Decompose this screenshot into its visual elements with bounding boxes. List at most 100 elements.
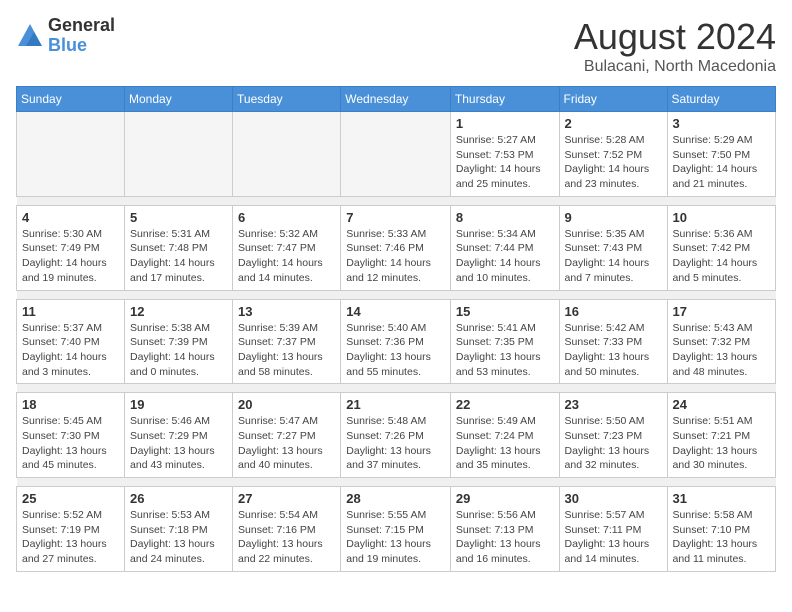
day-number: 13	[238, 304, 335, 319]
day-number: 8	[456, 210, 554, 225]
day-number: 23	[565, 397, 662, 412]
table-row: 7Sunrise: 5:33 AM Sunset: 7:46 PM Daylig…	[341, 205, 451, 290]
day-number: 27	[238, 491, 335, 506]
table-row: 5 Sunrise: 5:31 AM Sunset: 7:48 PM Daylig…	[125, 205, 233, 290]
col-tuesday: Tuesday	[233, 87, 341, 112]
table-row: 4Sunrise: 5:30 AM Sunset: 7:49 PM Daylig…	[17, 205, 125, 290]
day-info: Sunrise: 5:34 AM Sunset: 7:44 PM Dayligh…	[456, 227, 554, 286]
day-number: 22	[456, 397, 554, 412]
table-row: 23 Sunrise: 5:50 AM Sunset: 7:23 PM Dayli…	[559, 393, 667, 478]
calendar-week-1: 1 Sunrise: 5:27 AM Sunset: 7:53 PM Daylig…	[17, 112, 776, 197]
table-row: 3Sunrise: 5:29 AM Sunset: 7:50 PM Daylig…	[667, 112, 775, 197]
day-number: 25	[22, 491, 119, 506]
logo-icon	[16, 22, 44, 50]
table-row: 17 Sunrise: 5:43 AM Sunset: 7:32 PM Dayli…	[667, 299, 775, 384]
table-row: 21 Sunrise: 5:48 AM Sunset: 7:26 PM Dayli…	[341, 393, 451, 478]
page-header: General Blue August 2024 Bulacani, North…	[16, 16, 776, 76]
calendar-header-row: Sunday Monday Tuesday Wednesday Thursday…	[17, 87, 776, 112]
day-number: 18	[22, 397, 119, 412]
day-info: Sunrise: 5:55 AM Sunset: 7:15 PM Dayligh…	[346, 508, 445, 567]
day-number: 30	[565, 491, 662, 506]
table-row	[341, 112, 451, 197]
row-spacer	[17, 196, 776, 205]
month-title: August 2024	[574, 16, 776, 58]
table-row: 22 Sunrise: 5:49 AM Sunset: 7:24 PM Dayli…	[450, 393, 559, 478]
logo: General Blue	[16, 16, 115, 56]
col-monday: Monday	[125, 87, 233, 112]
day-info: Sunrise: 5:52 AM Sunset: 7:19 PM Dayligh…	[22, 508, 119, 567]
day-info: Sunrise: 5:38 AM Sunset: 7:39 PM Dayligh…	[130, 321, 227, 380]
table-row	[17, 112, 125, 197]
day-number: 19	[130, 397, 227, 412]
table-row: 20 Sunrise: 5:47 AM Sunset: 7:27 PM Dayli…	[233, 393, 341, 478]
day-info: Sunrise: 5:27 AM Sunset: 7:53 PM Dayligh…	[456, 133, 554, 192]
day-info: Sunrise: 5:51 AM Sunset: 7:21 PM Dayligh…	[673, 414, 770, 473]
day-info: Sunrise: 5:32 AM Sunset: 7:47 PM Dayligh…	[238, 227, 335, 286]
table-row: 25 Sunrise: 5:52 AM Sunset: 7:19 PM Dayli…	[17, 487, 125, 572]
day-info: Sunrise: 5:53 AM Sunset: 7:18 PM Dayligh…	[130, 508, 227, 567]
day-info: Sunrise: 5:39 AM Sunset: 7:37 PM Dayligh…	[238, 321, 335, 380]
day-info: Sunrise: 5:36 AM Sunset: 7:42 PM Dayligh…	[673, 227, 770, 286]
table-row: 10 Sunrise: 5:36 AM Sunset: 7:42 PM Dayli…	[667, 205, 775, 290]
day-info: Sunrise: 5:45 AM Sunset: 7:30 PM Dayligh…	[22, 414, 119, 473]
calendar-week-2: 4Sunrise: 5:30 AM Sunset: 7:49 PM Daylig…	[17, 205, 776, 290]
logo-blue: Blue	[48, 36, 115, 56]
row-spacer	[17, 384, 776, 393]
table-row: 29 Sunrise: 5:56 AM Sunset: 7:13 PM Dayli…	[450, 487, 559, 572]
day-number: 4	[22, 210, 119, 225]
day-number: 20	[238, 397, 335, 412]
day-info: Sunrise: 5:46 AM Sunset: 7:29 PM Dayligh…	[130, 414, 227, 473]
day-number: 10	[673, 210, 770, 225]
table-row: 19 Sunrise: 5:46 AM Sunset: 7:29 PM Dayli…	[125, 393, 233, 478]
calendar-table: Sunday Monday Tuesday Wednesday Thursday…	[16, 86, 776, 572]
day-info: Sunrise: 5:37 AM Sunset: 7:40 PM Dayligh…	[22, 321, 119, 380]
table-row: 28Sunrise: 5:55 AM Sunset: 7:15 PM Dayli…	[341, 487, 451, 572]
day-number: 24	[673, 397, 770, 412]
day-info: Sunrise: 5:43 AM Sunset: 7:32 PM Dayligh…	[673, 321, 770, 380]
day-info: Sunrise: 5:33 AM Sunset: 7:46 PM Dayligh…	[346, 227, 445, 286]
day-number: 17	[673, 304, 770, 319]
day-number: 5	[130, 210, 227, 225]
table-row: 30Sunrise: 5:57 AM Sunset: 7:11 PM Dayli…	[559, 487, 667, 572]
day-number: 21	[346, 397, 445, 412]
col-sunday: Sunday	[17, 87, 125, 112]
day-info: Sunrise: 5:49 AM Sunset: 7:24 PM Dayligh…	[456, 414, 554, 473]
day-info: Sunrise: 5:31 AM Sunset: 7:48 PM Dayligh…	[130, 227, 227, 286]
day-info: Sunrise: 5:56 AM Sunset: 7:13 PM Dayligh…	[456, 508, 554, 567]
day-info: Sunrise: 5:41 AM Sunset: 7:35 PM Dayligh…	[456, 321, 554, 380]
table-row	[233, 112, 341, 197]
day-info: Sunrise: 5:54 AM Sunset: 7:16 PM Dayligh…	[238, 508, 335, 567]
day-info: Sunrise: 5:48 AM Sunset: 7:26 PM Dayligh…	[346, 414, 445, 473]
table-row: 9Sunrise: 5:35 AM Sunset: 7:43 PM Daylig…	[559, 205, 667, 290]
day-number: 15	[456, 304, 554, 319]
table-row: 2Sunrise: 5:28 AM Sunset: 7:52 PM Daylig…	[559, 112, 667, 197]
day-number: 12	[130, 304, 227, 319]
row-spacer	[17, 478, 776, 487]
col-saturday: Saturday	[667, 87, 775, 112]
day-info: Sunrise: 5:40 AM Sunset: 7:36 PM Dayligh…	[346, 321, 445, 380]
day-number: 1	[456, 116, 554, 131]
table-row: 31 Sunrise: 5:58 AM Sunset: 7:10 PM Dayli…	[667, 487, 775, 572]
day-number: 26	[130, 491, 227, 506]
table-row: 27 Sunrise: 5:54 AM Sunset: 7:16 PM Dayli…	[233, 487, 341, 572]
day-number: 6	[238, 210, 335, 225]
col-thursday: Thursday	[450, 87, 559, 112]
row-spacer	[17, 290, 776, 299]
table-row	[125, 112, 233, 197]
day-number: 14	[346, 304, 445, 319]
table-row: 18 Sunrise: 5:45 AM Sunset: 7:30 PM Dayli…	[17, 393, 125, 478]
logo-text: General Blue	[48, 16, 115, 56]
title-block: August 2024 Bulacani, North Macedonia	[574, 16, 776, 76]
day-info: Sunrise: 5:47 AM Sunset: 7:27 PM Dayligh…	[238, 414, 335, 473]
day-info: Sunrise: 5:50 AM Sunset: 7:23 PM Dayligh…	[565, 414, 662, 473]
table-row: 26 Sunrise: 5:53 AM Sunset: 7:18 PM Dayli…	[125, 487, 233, 572]
table-row: 16Sunrise: 5:42 AM Sunset: 7:33 PM Dayli…	[559, 299, 667, 384]
day-info: Sunrise: 5:42 AM Sunset: 7:33 PM Dayligh…	[565, 321, 662, 380]
table-row: 6 Sunrise: 5:32 AM Sunset: 7:47 PM Daylig…	[233, 205, 341, 290]
day-number: 29	[456, 491, 554, 506]
day-number: 31	[673, 491, 770, 506]
table-row: 15 Sunrise: 5:41 AM Sunset: 7:35 PM Dayli…	[450, 299, 559, 384]
table-row: 24 Sunrise: 5:51 AM Sunset: 7:21 PM Dayli…	[667, 393, 775, 478]
day-info: Sunrise: 5:58 AM Sunset: 7:10 PM Dayligh…	[673, 508, 770, 567]
col-friday: Friday	[559, 87, 667, 112]
